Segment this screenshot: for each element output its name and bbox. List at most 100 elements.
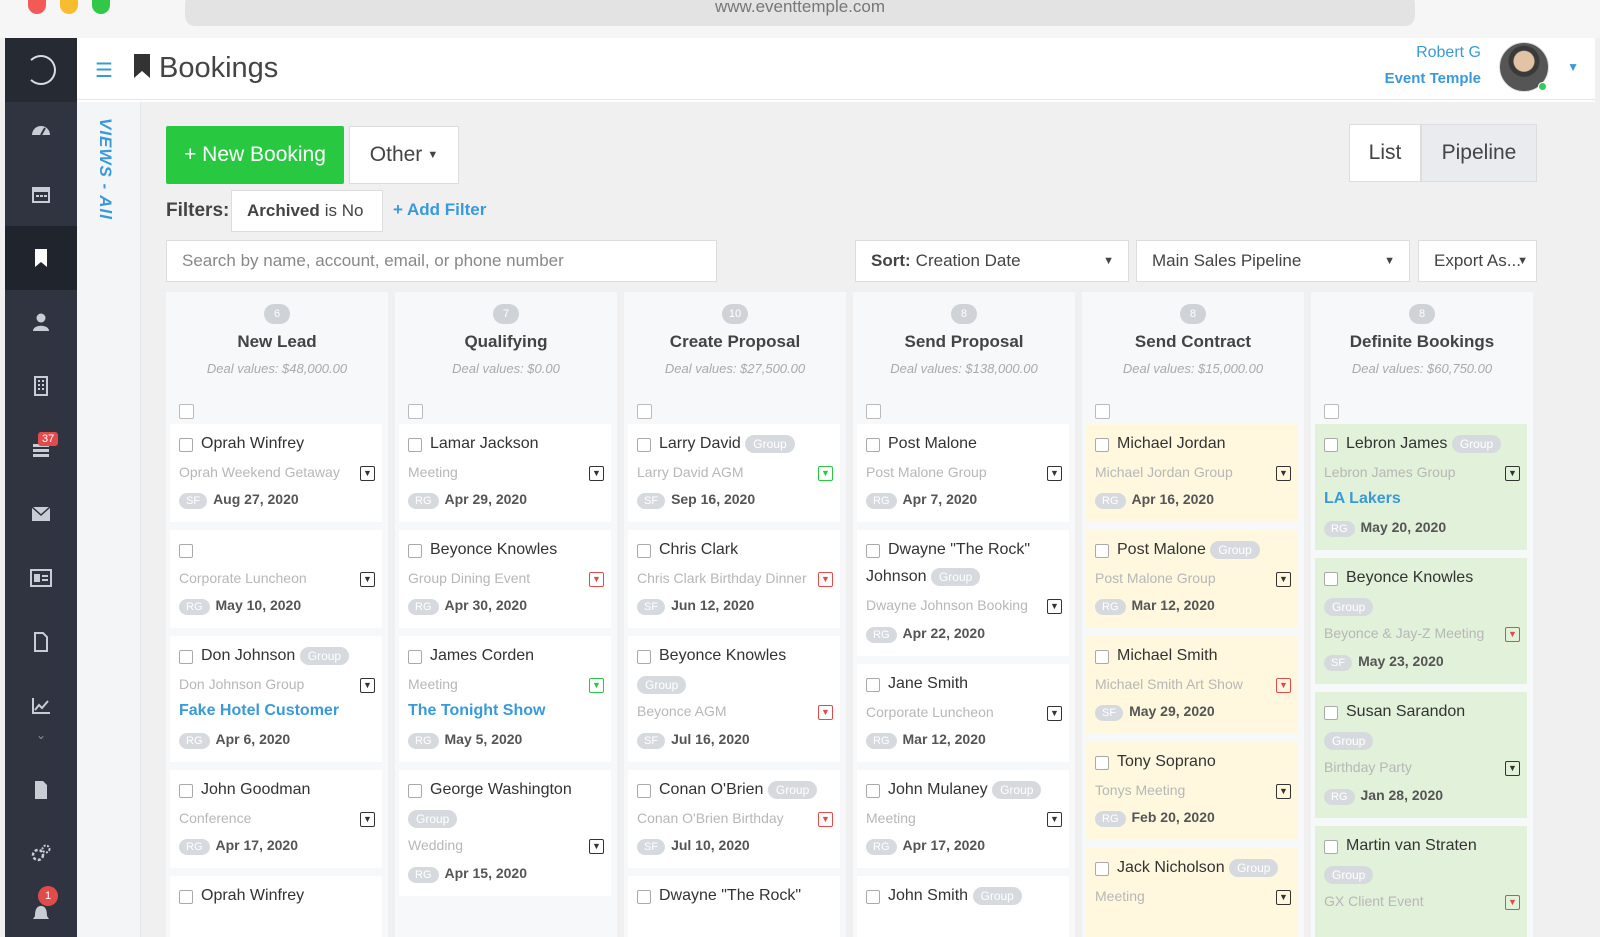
card-checkbox[interactable] (866, 438, 880, 452)
sidebar-item-accounts[interactable] (5, 354, 77, 418)
card-contact-name[interactable]: Don Johnson Group (201, 647, 350, 665)
task-toggle-icon[interactable]: ▼ (1276, 572, 1291, 587)
task-toggle-icon[interactable]: ▼ (360, 572, 375, 587)
card-checkbox[interactable] (408, 544, 422, 558)
card-contact-name[interactable]: Susan Sarandon (1346, 703, 1465, 721)
sidebar-item-documents[interactable] (5, 610, 77, 674)
card-checkbox[interactable] (408, 650, 422, 664)
sidebar-item-contacts[interactable] (5, 290, 77, 354)
card-checkbox[interactable] (637, 890, 651, 904)
sidebar-item-files[interactable] (5, 758, 77, 822)
booking-card[interactable]: Michael Smith Michael Smith Art Show ▼ S… (1086, 636, 1298, 734)
card-contact-name-continued[interactable]: Johnson Group (866, 568, 981, 586)
collapse-menu-icon[interactable]: ☰ (95, 58, 113, 83)
card-checkbox[interactable] (1095, 756, 1109, 770)
card-checkbox[interactable] (1095, 438, 1109, 452)
card-contact-name[interactable]: Beyonce Knowles (1346, 569, 1473, 587)
sort-select[interactable]: Sort: Creation Date ▼ (855, 240, 1129, 282)
card-account-link[interactable]: The Tonight Show (408, 702, 545, 720)
close-window-button[interactable] (28, 0, 46, 14)
booking-card[interactable]: Dwayne "The Rock" (628, 876, 840, 937)
booking-card[interactable]: George Washington Group Wedding ▼ RG Apr … (399, 770, 611, 896)
booking-card[interactable]: Beyonce Knowles Group Beyonce & Jay-Z Me… (1315, 558, 1527, 684)
card-checkbox[interactable] (1095, 544, 1109, 558)
card-checkbox[interactable] (1324, 438, 1338, 452)
card-checkbox[interactable] (179, 438, 193, 452)
card-contact-name[interactable]: Michael Smith (1117, 647, 1217, 665)
booking-card[interactable]: Beyonce Knowles Group Dining Event ▼ RG A… (399, 530, 611, 628)
booking-card[interactable]: John Goodman Conference ▼ RG Apr 17, 2020 (170, 770, 382, 868)
export-select[interactable]: Export As... ▼ (1418, 240, 1537, 282)
card-checkbox[interactable] (637, 544, 651, 558)
card-contact-name[interactable]: Tony Soprano (1117, 753, 1216, 771)
booking-card[interactable]: Dwayne "The Rock" Johnson Group Dwayne J… (857, 530, 1069, 656)
card-checkbox[interactable] (866, 784, 880, 798)
card-checkbox[interactable] (179, 544, 193, 558)
task-toggle-icon[interactable]: ▼ (589, 466, 604, 481)
sidebar-item-mail[interactable] (5, 482, 77, 546)
task-toggle-icon[interactable]: ▼ (1047, 812, 1062, 827)
booking-card[interactable]: James Corden Meeting ▼ The Tonight Show … (399, 636, 611, 762)
card-checkbox[interactable] (1095, 650, 1109, 664)
booking-card[interactable]: Larry David Group Larry David AGM ▼ SF Se… (628, 424, 840, 522)
select-all-checkbox[interactable] (637, 404, 652, 419)
task-toggle-icon[interactable]: ▼ (818, 466, 833, 481)
booking-card[interactable]: Oprah Winfrey Oprah Weekend Getaway ▼ SF… (170, 424, 382, 522)
booking-card[interactable]: John Mulaney Group Meeting ▼ RG Apr 17, 2… (857, 770, 1069, 868)
views-label[interactable]: VIEWS - All (95, 118, 115, 220)
task-toggle-icon[interactable]: ▼ (1276, 784, 1291, 799)
user-menu-caret-icon[interactable]: ▼ (1567, 60, 1579, 74)
task-toggle-icon[interactable]: ▼ (360, 678, 375, 693)
task-toggle-icon[interactable]: ▼ (1047, 706, 1062, 721)
card-contact-name[interactable]: John Smith Group (888, 887, 1022, 905)
app-logo[interactable] (5, 38, 77, 102)
card-checkbox[interactable] (866, 890, 880, 904)
booking-card[interactable]: Conan O'Brien Group Conan O'Brien Birthd… (628, 770, 840, 868)
task-toggle-icon[interactable]: ▼ (1047, 599, 1062, 614)
card-contact-name[interactable]: Post Malone (888, 435, 977, 453)
pipeline-select[interactable]: Main Sales Pipeline ▼ (1136, 240, 1410, 282)
task-toggle-icon[interactable]: ▼ (360, 466, 375, 481)
booking-card[interactable]: Jane Smith Corporate Luncheon ▼ RG Mar 12… (857, 664, 1069, 762)
task-toggle-icon[interactable]: ▼ (1505, 895, 1520, 910)
search-input[interactable]: Search by name, account, email, or phone… (166, 240, 717, 282)
card-contact-name[interactable]: Dwayne "The Rock" (888, 541, 1030, 559)
card-contact-name[interactable]: Michael Jordan (1117, 435, 1226, 453)
task-toggle-icon[interactable]: ▼ (589, 839, 604, 854)
card-account-link[interactable]: Fake Hotel Customer (179, 702, 339, 720)
task-toggle-icon[interactable]: ▼ (818, 812, 833, 827)
card-checkbox[interactable] (179, 650, 193, 664)
sidebar-item-settings[interactable] (5, 822, 77, 886)
card-contact-name[interactable]: Beyonce Knowles (430, 541, 557, 559)
card-contact-name[interactable]: Martin van Straten (1346, 837, 1477, 855)
select-all-checkbox[interactable] (179, 404, 194, 419)
task-toggle-icon[interactable]: ▼ (1276, 678, 1291, 693)
card-contact-name[interactable]: Oprah Winfrey (201, 435, 304, 453)
new-booking-button[interactable]: + New Booking (166, 126, 344, 184)
select-all-checkbox[interactable] (408, 404, 423, 419)
card-contact-name[interactable]: Conan O'Brien Group (659, 781, 818, 799)
task-toggle-icon[interactable]: ▼ (1276, 890, 1291, 905)
card-checkbox[interactable] (1324, 572, 1338, 586)
other-dropdown-button[interactable]: Other ▼ (349, 126, 459, 184)
booking-card[interactable]: Jack Nicholson Group Meeting ▼ (1086, 848, 1298, 937)
views-panel[interactable]: VIEWS - All (77, 102, 141, 937)
add-filter-link[interactable]: + Add Filter (393, 200, 486, 220)
task-toggle-icon[interactable]: ▼ (1505, 627, 1520, 642)
sidebar-item-notifications[interactable]: 1 (5, 882, 77, 937)
card-contact-name[interactable]: Oprah Winfrey (201, 887, 304, 905)
booking-card[interactable]: Corporate Luncheon ▼ RG May 10, 2020 (170, 530, 382, 628)
url-bar[interactable]: www.eventtemple.com (185, 0, 1415, 26)
user-name[interactable]: Robert G (1416, 44, 1481, 62)
card-checkbox[interactable] (637, 438, 651, 452)
card-contact-name[interactable]: Larry David Group (659, 435, 795, 453)
task-toggle-icon[interactable]: ▼ (1505, 761, 1520, 776)
booking-card[interactable]: Michael Jordan Michael Jordan Group ▼ RG… (1086, 424, 1298, 522)
booking-card[interactable]: Beyonce Knowles Group Beyonce AGM ▼ SF Ju… (628, 636, 840, 762)
chevron-down-icon[interactable]: ⌄ (5, 728, 77, 742)
minimize-window-button[interactable] (60, 0, 78, 14)
task-toggle-icon[interactable]: ▼ (818, 705, 833, 720)
card-contact-name[interactable]: Post Malone Group (1117, 541, 1260, 559)
sidebar-item-id-card[interactable] (5, 546, 77, 610)
booking-card[interactable]: Oprah Winfrey (170, 876, 382, 937)
